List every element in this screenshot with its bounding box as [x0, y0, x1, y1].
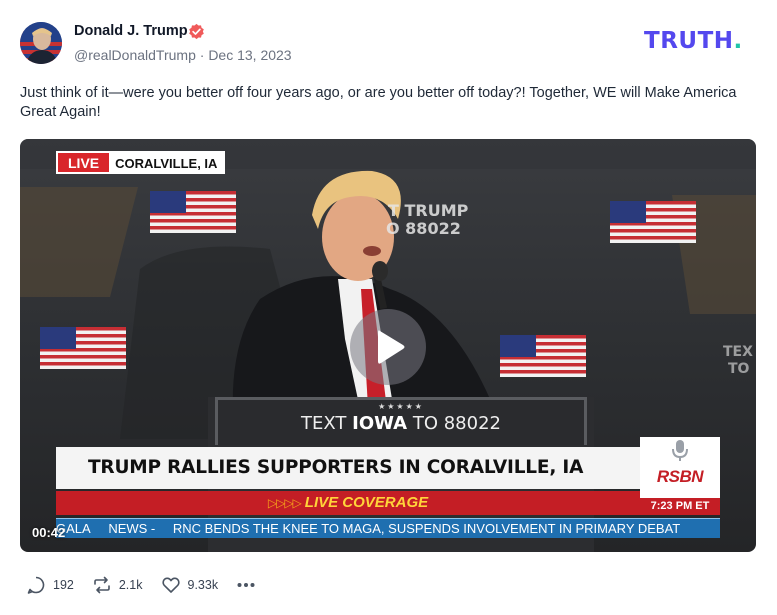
network-logo: RSBN 7:23 PM ET [640, 437, 720, 515]
like-button[interactable]: 9.33k [161, 575, 219, 595]
news-headline: TRUMP RALLIES SUPPORTERS IN CORALVILLE, … [56, 447, 640, 489]
avatar[interactable] [20, 22, 62, 64]
more-options-button[interactable] [236, 575, 256, 595]
ticker-item-2: NEWS - [108, 521, 156, 536]
reply-count: 192 [53, 578, 74, 592]
podium-stars: ★★★★★ [378, 402, 424, 411]
live-coverage-bar: ▷▷▷▷ LIVE COVERAGE [56, 491, 640, 515]
coverage-arrows: ▷▷▷▷ [267, 496, 302, 510]
podium-post: TO 88022 [407, 413, 501, 434]
podium-line: TEXT IOWA TO 88022 [218, 413, 584, 434]
brand-text: TRUTH [644, 28, 734, 54]
author-name[interactable]: Donald J. Trump [74, 23, 188, 39]
avatar-image [20, 22, 62, 64]
backdrop-text-3: TEX [723, 344, 753, 360]
lower-third: TRUMP RALLIES SUPPORTERS IN CORALVILLE, … [56, 447, 640, 515]
video-elapsed-time: 00:42 [32, 525, 66, 540]
flag-top-left [150, 191, 236, 233]
network-time: 7:23 PM ET [640, 498, 720, 515]
microphone-icon [672, 440, 688, 461]
retruth-count: 2.1k [118, 578, 143, 592]
play-icon [378, 330, 405, 364]
ticker-item-3: RNC BENDS THE KNEE TO MAGA, SUSPENDS INV… [172, 521, 681, 536]
truth-logo[interactable]: TRUTH. [644, 28, 743, 54]
like-count: 9.33k [187, 578, 219, 592]
retruth-button[interactable]: 2.1k [92, 575, 143, 595]
verified-badge-icon [189, 23, 204, 40]
live-location: CORALVILLE, IA [109, 153, 224, 172]
backdrop-text-2: O 88022 [386, 219, 461, 238]
more-dots-icon [237, 583, 255, 587]
post-actions: 192 2.1k 9.33k [26, 575, 256, 595]
author-handle-line: @realDonaldTrump · Dec 13, 2023 [74, 47, 292, 63]
podium-pre: TEXT [301, 413, 353, 434]
video-player[interactable]: T TRUMP O 88022 TEX TO LIVE CORALVILLE, … [20, 139, 756, 552]
post-header: Donald J. Trump @realDonaldTrump · Dec 1… [20, 20, 757, 68]
brand-dot: . [733, 28, 743, 54]
live-badge: LIVE CORALVILLE, IA [56, 151, 226, 174]
reply-icon [27, 576, 45, 594]
coverage-label: LIVE COVERAGE [304, 494, 429, 511]
post-date[interactable]: Dec 13, 2023 [208, 47, 291, 63]
network-name: RSBN [656, 467, 704, 486]
podium-bold: IOWA [352, 413, 408, 434]
separator: · [199, 47, 205, 63]
backdrop-text-1: T TRUMP [388, 201, 469, 220]
play-button[interactable] [350, 309, 426, 385]
podium-sign: ★★★★★ TEXT IOWA TO 88022 [215, 397, 587, 445]
backdrop-text-4: TO [728, 361, 750, 377]
news-ticker: GALA NEWS - RNC BENDS THE KNEE TO MAGA, … [56, 518, 720, 538]
post-text: Just think of it—were you better off fou… [20, 85, 737, 120]
reply-button[interactable]: 192 [26, 575, 74, 595]
live-label: LIVE [58, 153, 110, 172]
retruth-icon [94, 576, 110, 594]
author-handle[interactable]: @realDonaldTrump [74, 47, 196, 63]
heart-icon [161, 577, 180, 593]
